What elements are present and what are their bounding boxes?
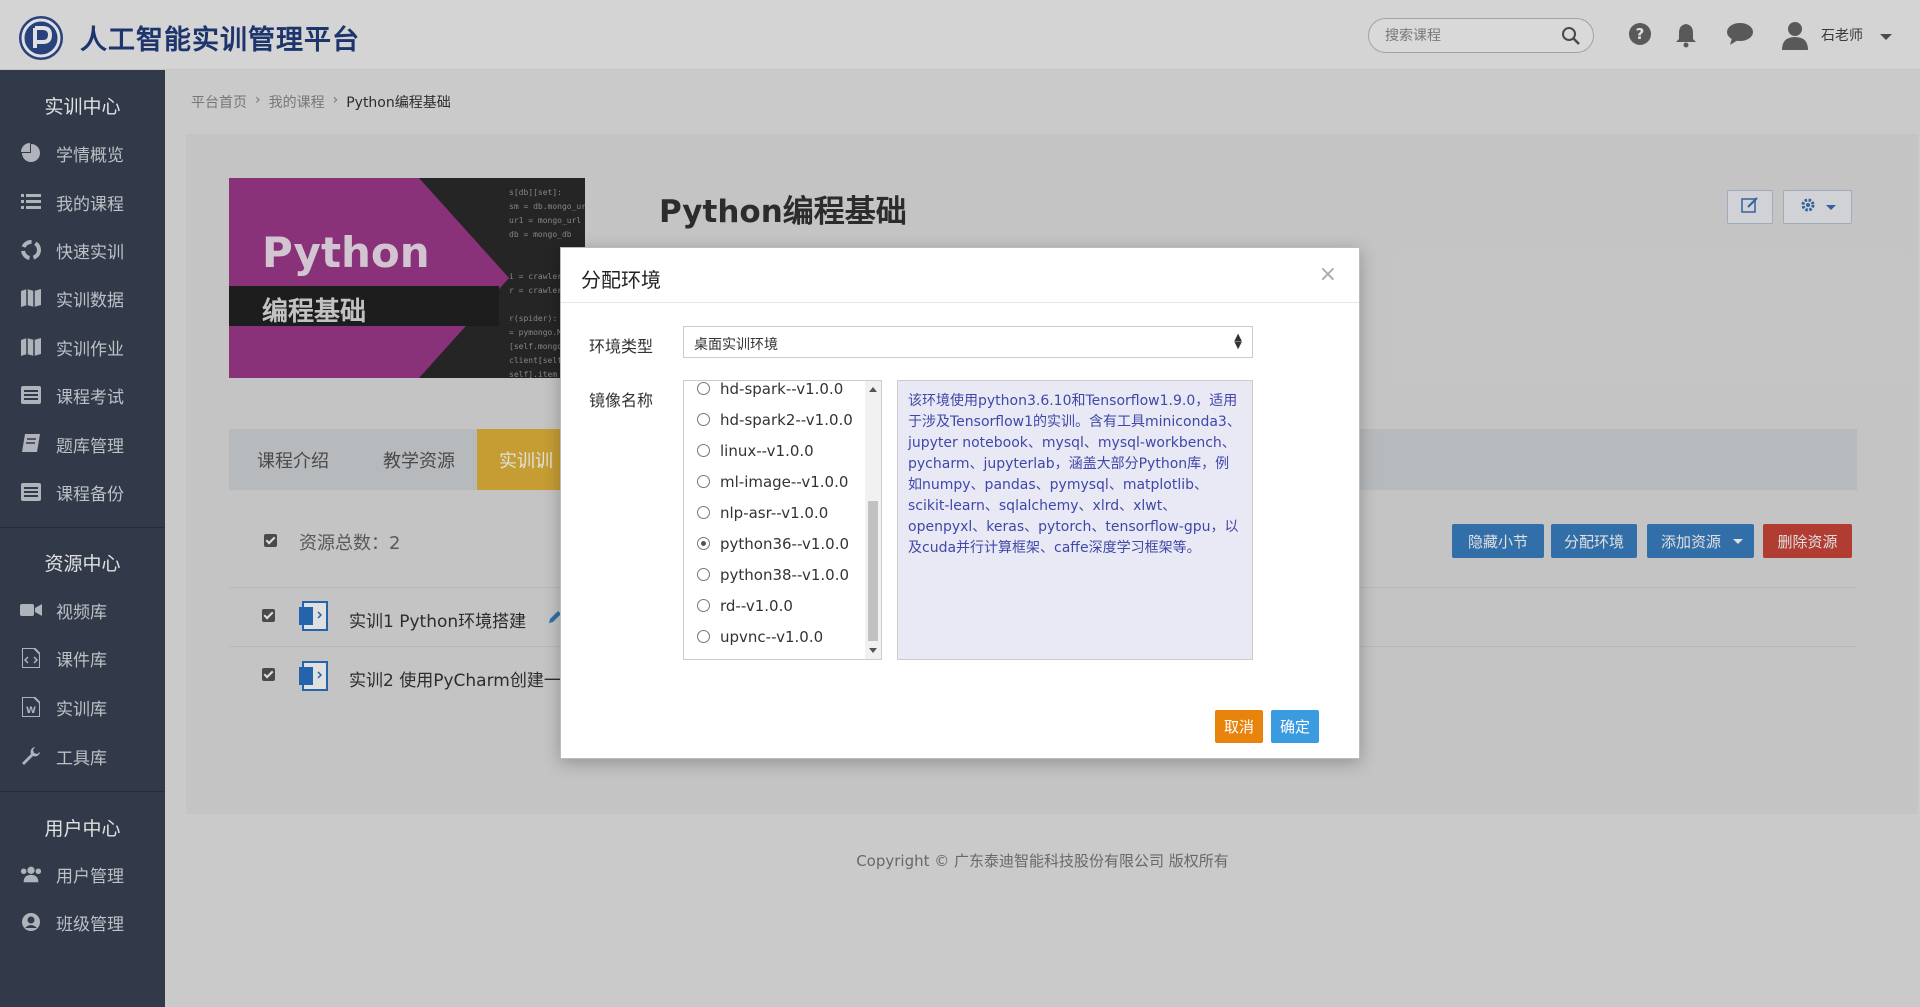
image-name-label: 镜像名称 <box>589 391 654 410</box>
select-arrows-icon: ▲ ▼ <box>1234 332 1242 351</box>
confirm-button[interactable]: 确定 <box>1271 710 1319 743</box>
radio-button[interactable] <box>697 630 710 643</box>
image-option[interactable]: upvnc--v1.0.0 <box>684 621 864 652</box>
dialog-title: 分配环境 <box>581 268 661 292</box>
image-list-options: hd-spark--v1.0.0 hd-spark2--v1.0.0 linux… <box>684 380 864 652</box>
image-option-label: rd--v1.0.0 <box>720 596 793 615</box>
radio-button[interactable] <box>697 382 710 395</box>
radio-button[interactable] <box>697 444 710 457</box>
scrollbar-thumb[interactable] <box>868 501 878 641</box>
scrollbar[interactable] <box>865 381 881 659</box>
image-option[interactable]: ml-image--v1.0.0 <box>684 466 864 497</box>
image-option-label: python38--v1.0.0 <box>720 565 850 584</box>
image-option[interactable]: nlp-asr--v1.0.0 <box>684 497 864 528</box>
image-option[interactable]: python38--v1.0.0 <box>684 559 864 590</box>
radio-button[interactable] <box>697 413 710 426</box>
image-option-label: python36--v1.0.0 <box>720 534 850 553</box>
radio-button[interactable] <box>697 568 710 581</box>
image-option-label: upvnc--v1.0.0 <box>720 627 824 646</box>
image-option[interactable]: rd--v1.0.0 <box>684 590 864 621</box>
image-option[interactable]: linux--v1.0.0 <box>684 435 864 466</box>
radio-button[interactable] <box>697 506 710 519</box>
cancel-button[interactable]: 取消 <box>1215 710 1263 743</box>
env-type-value: 桌面实训环境 <box>694 337 778 353</box>
image-option[interactable]: hd-spark--v1.0.0 <box>684 380 864 404</box>
image-option-label: linux--v1.0.0 <box>720 441 814 460</box>
radio-button[interactable] <box>697 475 710 488</box>
image-option[interactable]: hd-spark2--v1.0.0 <box>684 404 864 435</box>
image-option-selected[interactable]: python36--v1.0.0 <box>684 528 864 559</box>
image-option-label: ml-image--v1.0.0 <box>720 472 849 491</box>
env-type-select[interactable]: 桌面实训环境 ▲ ▼ <box>683 326 1253 358</box>
image-option-label: hd-spark2--v1.0.0 <box>720 410 853 429</box>
image-list[interactable]: hd-spark--v1.0.0 hd-spark2--v1.0.0 linux… <box>683 380 882 660</box>
radio-button-checked[interactable] <box>697 537 710 550</box>
image-description: 该环境使用python3.6.10和Tensorflow1.9.0，适用于涉及T… <box>897 380 1253 660</box>
env-type-label: 环境类型 <box>589 337 654 356</box>
radio-button[interactable] <box>697 599 710 612</box>
close-icon[interactable]: × <box>1319 262 1337 287</box>
image-option-label: hd-spark--v1.0.0 <box>720 380 844 398</box>
scroll-up-icon[interactable] <box>869 387 877 392</box>
scroll-down-icon[interactable] <box>869 648 877 653</box>
assign-env-dialog: 分配环境 × 环境类型 桌面实训环境 ▲ ▼ 镜像名称 hd-spark--v1.… <box>560 247 1360 759</box>
image-option-label: nlp-asr--v1.0.0 <box>720 503 829 522</box>
dialog-header: 分配环境 × <box>561 248 1359 303</box>
